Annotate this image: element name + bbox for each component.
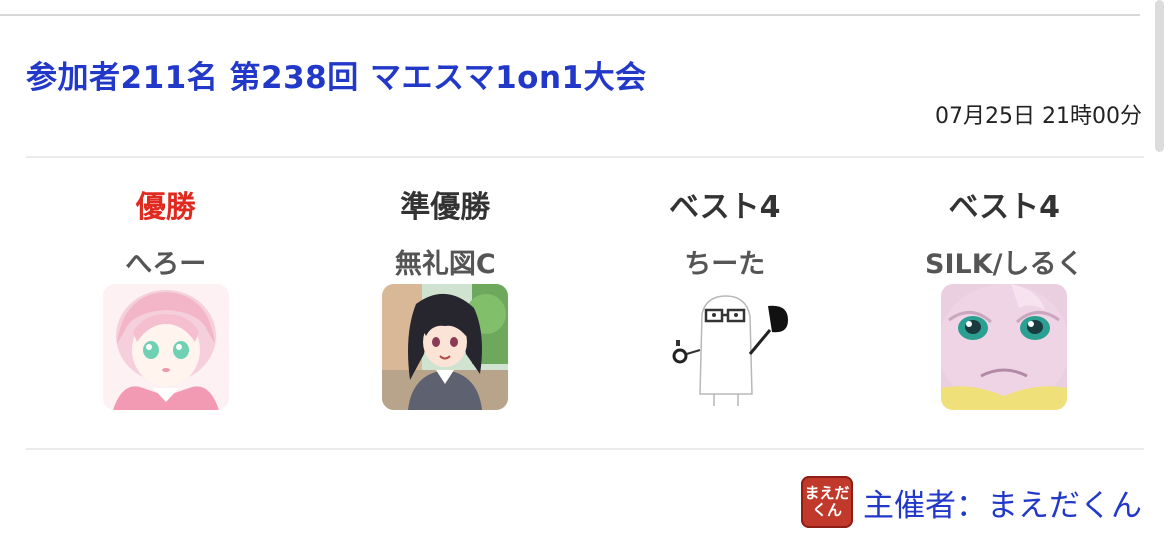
player-name[interactable]: 無礼図C	[395, 246, 496, 284]
player-name[interactable]: ちーた	[684, 246, 765, 284]
result-best4-a: ベスト4 ちーた	[585, 186, 865, 436]
divider	[26, 156, 1144, 158]
result-second: 準優勝 無礼図C	[306, 186, 586, 436]
result-first: 優勝 へろー	[26, 186, 306, 436]
anime-girl-pink-hair-avatar[interactable]	[102, 284, 229, 410]
player-name[interactable]: へろー	[125, 246, 206, 284]
divider	[26, 448, 1144, 450]
rank-label: 準優勝	[400, 190, 491, 225]
results-row: 優勝 へろー 準優勝 無礼図C ベスト4 ちーた ベスト4 SILK/しるく	[26, 186, 1144, 436]
maedakun-icon: まえだ くん	[801, 476, 853, 528]
rank-label: ベスト4	[669, 190, 781, 225]
org-icon-line2: くん	[811, 501, 842, 519]
stick-figure-glasses-avatar[interactable]	[661, 284, 788, 410]
player-name[interactable]: SILK/しるく	[925, 246, 1083, 284]
anime-girl-dark-hair-avatar[interactable]	[382, 284, 509, 410]
top-border	[0, 14, 1140, 16]
organizer-label[interactable]: 主催者：まえだくん	[863, 480, 1142, 525]
tournament-datetime: 07月25日 21時00分	[935, 104, 1142, 129]
scrollbar[interactable]	[1154, 0, 1169, 547]
pink-creature-avatar[interactable]	[941, 284, 1068, 410]
rank-label: 優勝	[135, 190, 196, 225]
org-icon-line1: まえだ	[804, 484, 850, 502]
scrollbar-thumb[interactable]	[1155, 0, 1164, 152]
rank-label: ベスト4	[948, 190, 1060, 225]
tournament-title[interactable]: 参加者211名 第238回 マエスマ1on1大会	[26, 52, 647, 97]
organizer[interactable]: まえだ くん 主催者：まえだくん	[801, 476, 1142, 528]
result-best4-b: ベスト4 SILK/しるく	[865, 186, 1145, 436]
